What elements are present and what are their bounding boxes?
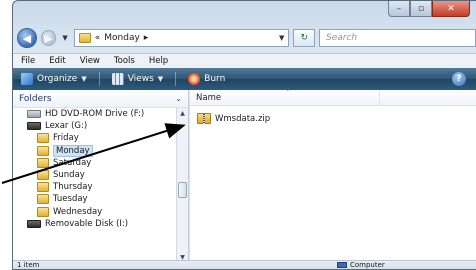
folders-title: Folders xyxy=(19,93,52,104)
scrollbar-thumb[interactable] xyxy=(178,182,187,198)
file-name: Wmsdata.zip xyxy=(215,113,271,124)
folder-icon xyxy=(37,133,49,144)
address-dropdown-icon[interactable]: ▼ xyxy=(279,34,284,42)
tree-item-wednesday[interactable]: Wednesday xyxy=(13,206,176,218)
organize-icon xyxy=(21,73,33,85)
status-bar: 1 item Computer xyxy=(13,260,476,269)
views-button[interactable]: Views ▼ xyxy=(111,73,164,85)
tree-item-lexar[interactable]: Lexar (G:) xyxy=(13,120,176,132)
tree-item-removable-disk[interactable]: Removable Disk (I:) xyxy=(13,218,176,230)
folder-tree: HD DVD-ROM Drive (F:) Lexar (G:) Friday … xyxy=(13,108,176,262)
burn-label: Burn xyxy=(204,74,226,84)
minimize-button[interactable]: – xyxy=(388,1,410,17)
tree-item-label: Friday xyxy=(53,133,79,144)
removable-drive-icon xyxy=(27,122,41,131)
menu-view[interactable]: View xyxy=(80,56,100,66)
status-location-label: Computer xyxy=(350,261,385,269)
chevron-down-icon: ▼ xyxy=(81,75,87,83)
forward-arrow-icon: ▶ xyxy=(44,31,53,45)
recent-pages-dropdown[interactable]: ▼ xyxy=(62,34,67,42)
menu-tools[interactable]: Tools xyxy=(114,56,135,66)
tree-item-label: Lexar (G:) xyxy=(45,121,88,132)
tree-item-label: Tuesday xyxy=(53,194,88,205)
folder-icon xyxy=(37,170,49,181)
file-list: Name ^ Wmsdata.zip xyxy=(190,89,476,262)
tree-item-label: Monday xyxy=(53,144,93,157)
tree-item-dvd-drive[interactable]: HD DVD-ROM Drive (F:) xyxy=(13,108,176,120)
tree-item-friday[interactable]: Friday xyxy=(13,132,176,144)
menu-help[interactable]: Help xyxy=(149,56,168,66)
menu-bar: File Edit View Tools Help xyxy=(13,53,476,68)
folder-icon xyxy=(37,182,49,193)
command-bar: Organize ▼ Views ▼ Burn ? xyxy=(13,68,476,90)
close-button[interactable]: ✕ xyxy=(432,1,470,17)
column-header-name[interactable]: Name ^ xyxy=(190,89,380,105)
item-count: 1 item xyxy=(17,261,40,269)
maximize-button[interactable]: ▫ xyxy=(410,1,432,17)
folders-scrollbar[interactable]: ▲ ▼ xyxy=(176,108,188,262)
refresh-icon: ↻ xyxy=(300,33,308,43)
folder-icon xyxy=(37,194,49,205)
file-item[interactable]: Wmsdata.zip xyxy=(194,112,273,125)
folders-header[interactable]: Folders ⌄ xyxy=(13,90,188,108)
separator xyxy=(175,72,177,86)
folder-icon xyxy=(37,145,49,156)
computer-icon xyxy=(337,262,347,268)
tree-item-label: Removable Disk (I:) xyxy=(45,218,129,229)
column-header-label: Name xyxy=(196,92,222,103)
back-button[interactable]: ◀ xyxy=(17,28,37,48)
column-header-row: Name ^ xyxy=(190,89,476,106)
folder-icon xyxy=(78,33,91,43)
organize-label: Organize xyxy=(37,74,78,84)
help-icon: ? xyxy=(456,74,462,84)
tree-item-thursday[interactable]: Thursday xyxy=(13,181,176,193)
scroll-up-icon[interactable]: ▲ xyxy=(177,108,188,118)
breadcrumb-current[interactable]: Monday xyxy=(104,33,140,43)
status-location: Computer xyxy=(337,261,385,269)
menu-file[interactable]: File xyxy=(21,56,35,66)
forward-button[interactable]: ▶ xyxy=(40,30,57,46)
tree-item-label: Thursday xyxy=(53,182,93,193)
burn-button[interactable]: Burn xyxy=(188,73,225,85)
sort-ascending-icon: ^ xyxy=(286,89,292,96)
views-label: Views xyxy=(127,74,154,84)
explorer-window: – ▫ ✕ ◀ ▶ ▼ « Monday ▸ ▼ ↻ Search File E… xyxy=(12,0,476,270)
views-icon xyxy=(111,73,124,85)
folders-pane: Folders ⌄ HD DVD-ROM Drive (F:) Lexar (G… xyxy=(13,90,189,262)
tree-item-label: Wednesday xyxy=(53,206,103,217)
breadcrumb-separator[interactable]: ▸ xyxy=(144,33,149,43)
organize-button[interactable]: Organize ▼ xyxy=(21,73,87,85)
search-input[interactable]: Search xyxy=(319,29,476,47)
tree-item-saturday[interactable]: Saturday xyxy=(13,157,176,169)
zip-folder-icon xyxy=(197,113,211,124)
tree-item-label: Saturday xyxy=(53,157,92,168)
tree-item-monday[interactable]: Monday xyxy=(13,144,176,157)
chevron-down-icon[interactable]: ⌄ xyxy=(175,94,182,103)
address-row: ◀ ▶ ▼ « Monday ▸ ▼ ↻ Search xyxy=(17,25,476,51)
tree-item-label: Sunday xyxy=(53,170,85,181)
breadcrumb-prefix[interactable]: « xyxy=(95,33,101,43)
chevron-down-icon: ▼ xyxy=(157,75,164,83)
dvd-drive-icon xyxy=(27,110,41,119)
folder-icon xyxy=(37,157,49,168)
separator xyxy=(98,72,100,86)
address-bar[interactable]: « Monday ▸ ▼ xyxy=(73,29,290,47)
tree-item-tuesday[interactable]: Tuesday xyxy=(13,193,176,205)
help-button[interactable]: ? xyxy=(452,72,466,86)
refresh-button[interactable]: ↻ xyxy=(293,29,316,47)
burn-icon xyxy=(188,73,201,85)
tree-item-label: HD DVD-ROM Drive (F:) xyxy=(45,109,145,120)
tree-item-sunday[interactable]: Sunday xyxy=(13,169,176,181)
caption-buttons: – ▫ ✕ xyxy=(388,1,470,19)
removable-drive-icon xyxy=(27,219,41,228)
folder-icon xyxy=(37,206,49,217)
back-arrow-icon: ◀ xyxy=(22,31,32,45)
menu-edit[interactable]: Edit xyxy=(49,56,65,66)
